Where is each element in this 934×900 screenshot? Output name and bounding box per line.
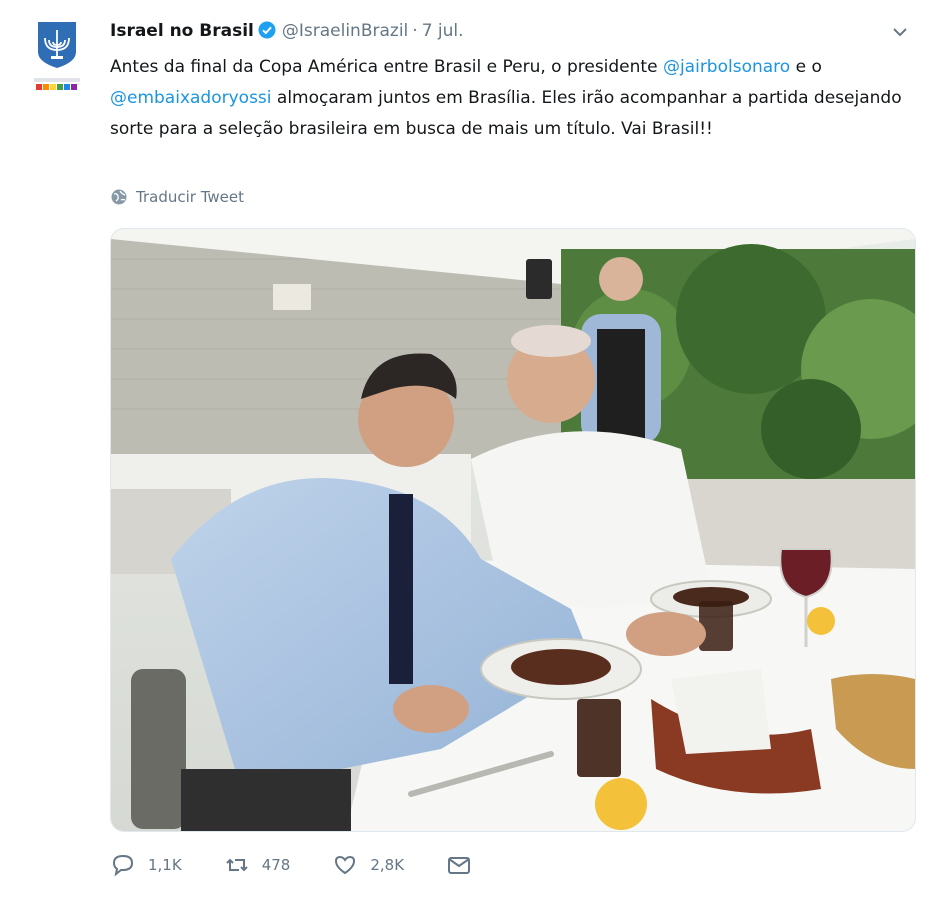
globe-icon xyxy=(111,189,127,205)
envelope-icon xyxy=(448,857,471,874)
retweet-count: 478 xyxy=(261,856,291,874)
tweet-text-part-1: Antes da final da Copa América entre Bra… xyxy=(110,57,663,77)
retweet-button[interactable]: 478 xyxy=(224,852,291,878)
direct-message-button[interactable] xyxy=(446,852,472,878)
tweet-card: Israel no Brasil @IsraelinBrazil · 7 jul. A… xyxy=(0,0,934,900)
author-name[interactable]: Israel no Brasil xyxy=(110,21,254,41)
reply-button[interactable]: 1,1K xyxy=(110,852,182,878)
tweet-date[interactable]: 7 jul. xyxy=(422,21,464,41)
like-count: 2,8K xyxy=(370,856,405,874)
like-button[interactable]: 2,8K xyxy=(332,852,404,878)
separator-dot: · xyxy=(412,21,418,41)
embassy-avatar[interactable] xyxy=(30,18,84,96)
translate-label: Traducir Tweet xyxy=(136,188,244,206)
menorah-emblem-icon xyxy=(34,22,80,90)
tweet-actions: 1,1K 478 2,8K xyxy=(110,852,514,878)
mention-jairbolsonaro[interactable]: @jairbolsonaro xyxy=(663,57,790,77)
lunch-photo-image xyxy=(111,229,915,831)
reply-icon xyxy=(112,854,134,877)
heart-icon xyxy=(335,855,356,875)
tweet-text-part-2: e o xyxy=(790,57,822,77)
tweet-header: Israel no Brasil @IsraelinBrazil · 7 jul. xyxy=(110,19,464,46)
verified-badge-icon xyxy=(258,21,276,46)
tweet-photo[interactable] xyxy=(110,228,916,832)
mention-embaixadoryossi[interactable]: @embaixadoryossi xyxy=(110,88,272,108)
reply-count: 1,1K xyxy=(148,856,182,874)
retweet-icon xyxy=(225,858,248,872)
translate-tweet-link[interactable]: Traducir Tweet xyxy=(110,188,244,206)
more-options-chevron-icon[interactable] xyxy=(890,22,910,42)
author-handle[interactable]: @IsraelinBrazil xyxy=(282,21,408,41)
tweet-text: Antes da final da Copa América entre Bra… xyxy=(110,52,910,145)
